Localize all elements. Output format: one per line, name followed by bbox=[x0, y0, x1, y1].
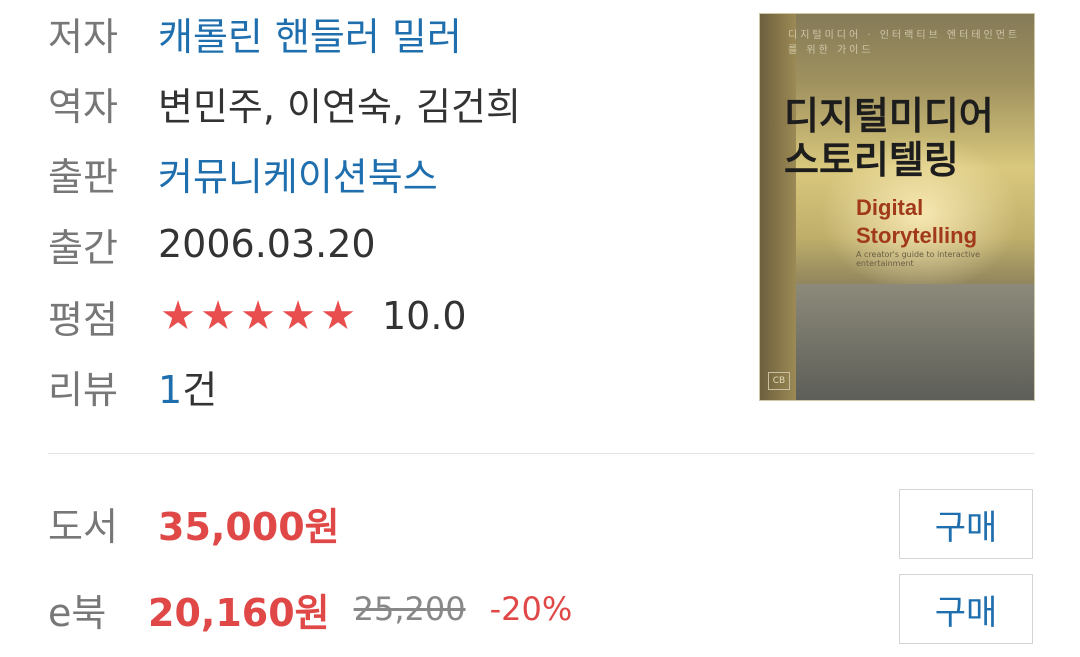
publisher-label: 출판 bbox=[48, 154, 118, 199]
star-icon: ★ bbox=[200, 293, 236, 339]
ebook-price-row: e북 20,160원 25,200 -20% bbox=[48, 579, 572, 639]
review-row: 리뷰 1건 bbox=[48, 356, 217, 416]
ebook-label: e북 bbox=[48, 590, 107, 635]
cover-frame bbox=[760, 14, 796, 400]
cover-title-en-line1: Digital bbox=[856, 195, 924, 220]
star-icon: ★ bbox=[320, 293, 356, 339]
ebook-buy-button[interactable]: 구매 bbox=[899, 574, 1033, 644]
rating-stars: ★ ★ ★ ★ ★ bbox=[158, 296, 358, 336]
review-count-link[interactable]: 1건 bbox=[158, 359, 217, 414]
cover-title-kr-line2: 스토리텔링 bbox=[784, 138, 959, 182]
star-icon: ★ bbox=[240, 293, 276, 339]
publish-date-row: 출간 2006.03.20 bbox=[48, 214, 376, 274]
publisher-row: 출판 커뮤니케이션북스 bbox=[48, 143, 438, 203]
rating-label: 평점 bbox=[48, 297, 118, 342]
publish-date-value: 2006.03.20 bbox=[158, 222, 376, 266]
cover-title-kr-line1: 디지털미디어 bbox=[784, 94, 994, 138]
print-price-row: 도서 35,000원 bbox=[48, 493, 340, 553]
book-detail-page: 저자 캐롤린 핸들러 밀러 역자 변민주, 이연숙, 김건희 출판 커뮤니케이션… bbox=[0, 0, 1080, 657]
publisher-logo-icon: CB bbox=[768, 372, 790, 390]
author-link[interactable]: 캐롤린 핸들러 밀러 bbox=[158, 6, 462, 61]
cover-top-text: 디지털미디어 · 인터랙티브 엔터테인먼트를 위한 가이드 bbox=[788, 30, 1021, 56]
print-buy-button[interactable]: 구매 bbox=[899, 489, 1033, 559]
translator-label: 역자 bbox=[48, 84, 118, 129]
review-label: 리뷰 bbox=[48, 367, 118, 412]
ebook-discount: -20% bbox=[489, 590, 573, 628]
cover-title-kr: 디지털미디어 스토리텔링 bbox=[784, 94, 994, 182]
ebook-price: 20,160원 bbox=[148, 590, 330, 635]
print-price: 35,000원 bbox=[158, 504, 340, 549]
cover-sea bbox=[796, 284, 1034, 400]
author-row: 저자 캐롤린 핸들러 밀러 bbox=[48, 3, 462, 63]
publish-date-label: 출간 bbox=[48, 225, 118, 270]
translator-row: 역자 변민주, 이연숙, 김건희 bbox=[48, 73, 521, 133]
section-divider bbox=[48, 453, 1034, 454]
ebook-original-price: 25,200 bbox=[353, 590, 466, 628]
star-icon: ★ bbox=[160, 293, 196, 339]
rating-value: 10.0 bbox=[382, 294, 467, 338]
author-label: 저자 bbox=[48, 14, 118, 59]
review-count: 1 bbox=[158, 367, 183, 412]
publisher-link[interactable]: 커뮤니케이션북스 bbox=[158, 146, 438, 201]
print-label: 도서 bbox=[48, 504, 118, 549]
translator-value: 변민주, 이연숙, 김건희 bbox=[158, 84, 521, 129]
review-unit: 건 bbox=[182, 367, 218, 412]
book-cover-image[interactable]: 디지털미디어 · 인터랙티브 엔터테인먼트를 위한 가이드 디지털미디어 스토리… bbox=[760, 14, 1034, 400]
cover-title-en: Digital Storytelling bbox=[856, 194, 977, 250]
star-icon: ★ bbox=[280, 293, 316, 339]
rating-row: 평점 ★ ★ ★ ★ ★ 10.0 bbox=[48, 286, 467, 346]
cover-title-en-line2: Storytelling bbox=[856, 223, 978, 248]
cover-subtitle: A creator's guide to interactive enterta… bbox=[856, 250, 981, 268]
